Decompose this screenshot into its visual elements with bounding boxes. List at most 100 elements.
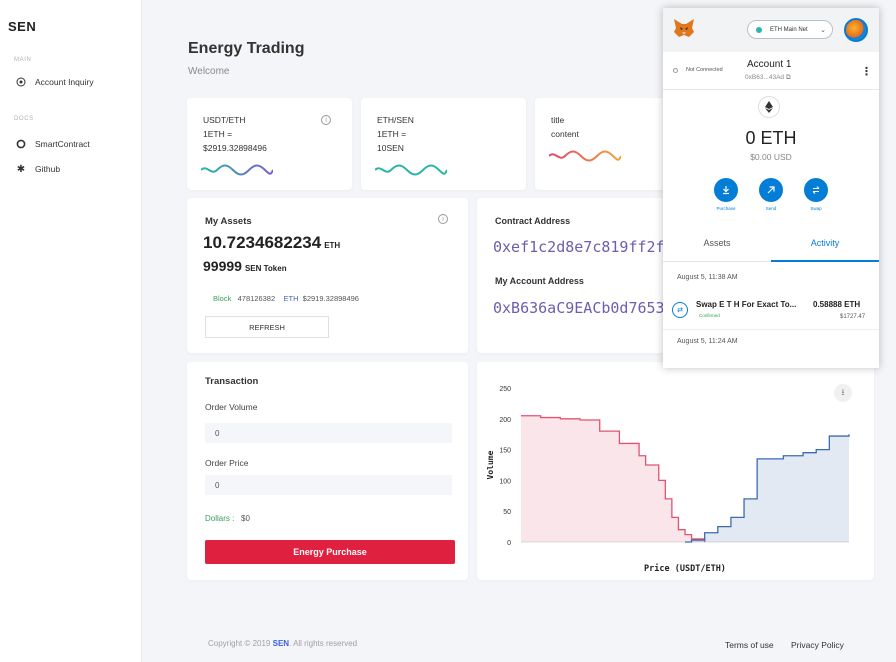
target-icon — [16, 77, 26, 87]
rate-card-eth-sen: ETH/SEN 1ETH = 10SEN — [361, 98, 526, 190]
contract-address-value: 0xef1c2d8e7c819ff2fa8e — [493, 238, 692, 256]
series-area-1 — [685, 434, 849, 542]
section-label-docs: DOCS — [14, 116, 34, 122]
network-selector[interactable]: ETH Main Net ⌄ — [747, 20, 833, 39]
y-tick-label: 200 — [499, 417, 511, 424]
account-avatar[interactable] — [844, 18, 868, 42]
account-address[interactable]: 0xB63...43Ad ⧉ — [745, 74, 791, 82]
eth-logo-icon — [758, 96, 780, 118]
card-title: ETH/SEN — [377, 115, 414, 125]
card-line1: 1ETH = — [377, 129, 407, 139]
order-volume-input[interactable] — [205, 423, 452, 443]
swap-label: Swap — [810, 206, 822, 211]
sidebar-item-github[interactable]: ✱ Github — [16, 163, 61, 175]
sidebar-item-smartcontract[interactable]: SmartContract — [16, 139, 90, 149]
assets-title: My Assets — [205, 216, 252, 227]
activity-date: August 5, 11:24 AM — [677, 338, 738, 345]
y-tick-label: 250 — [499, 386, 511, 393]
tab-assets[interactable]: Assets — [663, 238, 771, 248]
info-icon[interactable]: i — [438, 214, 448, 224]
activity-title: Swap E T H For Exact To... — [696, 300, 797, 309]
card-title: USDT/ETH — [203, 115, 246, 125]
activity-usd: $1727.47 — [840, 314, 866, 320]
brand-logo: SEN — [8, 19, 37, 34]
sidebar-item-account-inquiry[interactable]: Account Inquiry — [16, 77, 94, 87]
privacy-link[interactable]: Privacy Policy — [791, 640, 844, 650]
page-title: Energy Trading — [188, 40, 305, 57]
activity-status: Confirmed — [699, 313, 720, 318]
send-label: Send — [765, 206, 777, 211]
activity-amount: 0.58888 ETH — [813, 300, 861, 309]
terms-link[interactable]: Terms of use — [725, 640, 774, 650]
swap-icon: ⇄ — [672, 302, 688, 318]
account-row: Not Connected Account 1 0xB63...43Ad ⧉ ⋮ — [663, 52, 879, 90]
contract-address-label: Contract Address — [495, 216, 571, 226]
card-line1: 1ETH = — [203, 129, 233, 139]
transaction-card: Transaction Order Volume Order Price Dol… — [187, 362, 468, 580]
y-tick-label: 100 — [499, 478, 511, 485]
copy-icon: ⧉ — [785, 74, 791, 81]
eth-balance: 10.7234682234 ETH — [203, 233, 341, 252]
card-title: title — [551, 115, 565, 125]
rate-card-usdt-eth: USDT/ETH i 1ETH = $2919.32898496 — [187, 98, 352, 190]
usd-balance-display: $0.00 USD — [750, 152, 792, 162]
swap-button[interactable] — [804, 178, 828, 202]
tab-activity[interactable]: Activity — [771, 238, 879, 248]
card-line2: 10SEN — [377, 143, 404, 153]
activity-item[interactable]: ⇄ Swap E T H For Exact To... Confirmed 0… — [663, 290, 879, 330]
account-address-value: 0xB636aC9EACb0d7653 — [493, 299, 665, 317]
sidebar-item-label: Account Inquiry — [35, 77, 94, 87]
metamask-header: ETH Main Net ⌄ — [663, 8, 879, 52]
circle-icon — [16, 139, 26, 149]
card-line2: $2919.32898496 — [203, 143, 267, 153]
sparkline — [549, 150, 621, 162]
copyright: Copyright © 2019 SEN. All rights reserve… — [208, 639, 358, 648]
network-status-dot — [756, 26, 762, 33]
account-address-label: My Account Address — [495, 276, 584, 286]
depth-chart: 0 50 100 150 200 250 Price (USDT/ETH) Volume — [486, 386, 850, 574]
transaction-title: Transaction — [205, 376, 259, 387]
eth-balance-display: 0 ETH — [745, 128, 797, 148]
refresh-button[interactable]: REFRESH — [205, 316, 329, 338]
swap-icon — [812, 186, 820, 194]
asterisk-icon: ✱ — [16, 163, 26, 175]
depth-chart-card: 0 50 100 150 200 250 Price (USDT/ETH) Volume ⭳ — [477, 362, 874, 580]
y-axis-label: Volume — [486, 450, 495, 479]
account-name: Account 1 — [747, 59, 792, 70]
order-price-label: Order Price — [205, 458, 249, 468]
sidebar-item-label: SmartContract — [35, 139, 90, 149]
active-tab-indicator — [771, 260, 879, 262]
x-axis-label: Price (USDT/ETH) — [644, 563, 726, 574]
connection-status[interactable]: Not Connected — [673, 67, 723, 73]
page-subtitle: Welcome — [188, 66, 230, 77]
energy-purchase-button[interactable]: Energy Purchase — [205, 540, 455, 564]
section-label-main: MAIN — [14, 57, 32, 63]
info-icon[interactable]: i — [321, 115, 331, 125]
card-line1: content — [551, 129, 579, 139]
download-icon[interactable]: ⭳ — [834, 384, 852, 402]
arrow-up-right-icon — [767, 186, 775, 194]
sidebar-item-label: Github — [35, 164, 61, 174]
download-icon — [723, 186, 729, 195]
y-tick-label: 50 — [503, 509, 511, 516]
purchase-label: Purchase — [716, 206, 736, 211]
sparkline — [375, 164, 447, 176]
activity-date: August 5, 11:38 AM — [677, 274, 738, 281]
series-area-0 — [521, 415, 705, 542]
more-options-icon[interactable]: ⋮ — [861, 65, 872, 78]
assets-card: My Assets i 10.7234682234 ETH 99999 SEN To… — [187, 198, 468, 353]
y-tick-label: 150 — [499, 448, 511, 455]
send-button[interactable] — [759, 178, 783, 202]
purchase-button[interactable] — [714, 178, 738, 202]
dollars-display: Dollars : $0 — [205, 514, 250, 523]
metamask-popup: ETH Main Net ⌄ Not Connected Account 1 0… — [663, 8, 879, 368]
order-price-input[interactable] — [205, 475, 452, 495]
sparkline — [201, 164, 273, 176]
fox-icon — [674, 19, 694, 37]
block-info: Block 478126382 ETH $2919.32898496 — [213, 294, 359, 303]
sidebar: SEN MAIN Account Inquiry DOCS SmartContr… — [0, 0, 142, 662]
y-tick-label: 0 — [507, 540, 511, 547]
chevron-down-icon: ⌄ — [820, 26, 826, 34]
order-volume-label: Order Volume — [205, 402, 258, 412]
sen-balance: 99999 SEN Token — [203, 258, 287, 274]
